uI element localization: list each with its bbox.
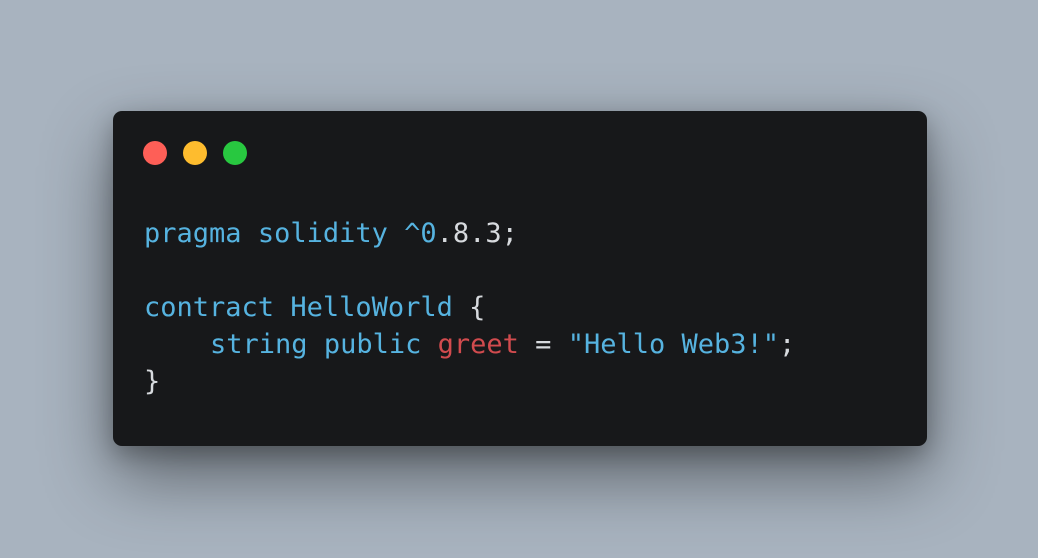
semicolon: ; [779, 329, 796, 360]
public-modifier: public [323, 329, 422, 360]
code-line-3: contract HelloWorld { [144, 289, 795, 326]
maximize-dot-icon[interactable] [223, 141, 247, 165]
contract-name: HelloWorld [290, 292, 453, 323]
greet-variable: greet [437, 329, 519, 360]
contract-keyword: contract [144, 292, 275, 323]
pragma-keyword: pragma [144, 218, 242, 249]
code-line-1: pragma solidity ^0.8.3; [144, 215, 795, 252]
minimize-dot-icon[interactable] [183, 141, 207, 165]
version-rest: .8.3; [436, 218, 518, 249]
assign-operator: = [535, 329, 552, 360]
open-brace: { [469, 292, 486, 323]
version-prefix: ^0 [404, 218, 437, 249]
code-block: pragma solidity ^0.8.3; contract HelloWor… [144, 215, 795, 400]
close-dot-icon[interactable] [143, 141, 167, 165]
string-literal: "Hello Web3!" [567, 329, 780, 360]
string-type: string [210, 329, 308, 360]
solidity-keyword: solidity [257, 218, 388, 249]
code-window: pragma solidity ^0.8.3; contract HelloWor… [113, 111, 927, 446]
close-brace: } [144, 366, 161, 397]
code-line-5: } [144, 363, 795, 400]
code-line-4: string public greet = "Hello Web3!"; [144, 326, 795, 363]
